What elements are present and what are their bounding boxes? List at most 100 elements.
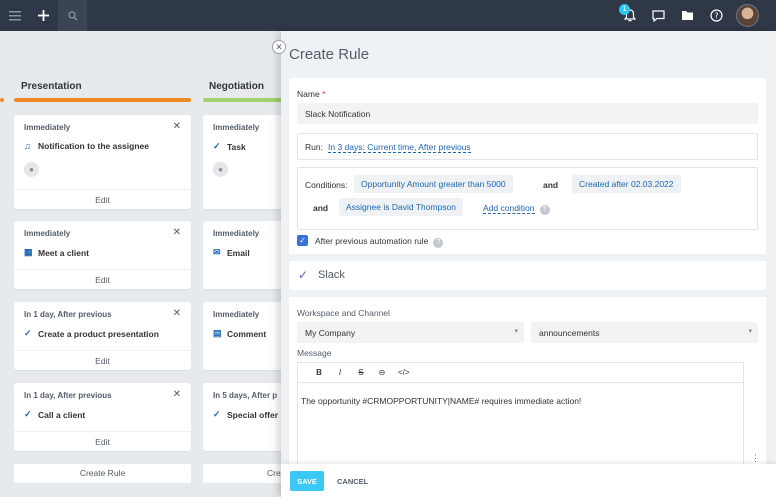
slack-header — [289, 261, 766, 290]
after-previous-checkbox[interactable]: ✓ — [297, 235, 308, 246]
add-icon[interactable] — [29, 0, 58, 31]
user-avatar[interactable] — [736, 4, 759, 27]
notification-badge: 1 — [619, 4, 630, 15]
close-icon[interactable]: ✕ — [173, 389, 181, 400]
chevron-down-icon: ▾ — [514, 328, 518, 335]
panel-title: Create Rule — [289, 46, 370, 63]
search-icon[interactable] — [58, 0, 87, 31]
rule-timing: In 1 day, After previous — [24, 310, 112, 319]
create-rule-button[interactable]: Create Rule — [14, 464, 191, 483]
panel-footer: SAVE CANCEL — [281, 464, 776, 497]
rule-action: ✓ Task — [213, 141, 246, 152]
condition-chip[interactable]: Created after 02.03.2022 — [572, 175, 681, 193]
italic-icon[interactable]: I — [335, 368, 345, 377]
link-icon[interactable]: ⊖ — [377, 368, 387, 377]
close-icon[interactable]: ✕ — [272, 40, 286, 54]
and-label: and — [543, 180, 559, 190]
rule-action: ✓ Special offer — [213, 409, 278, 420]
column-title-negotiation: Negotiation — [209, 81, 264, 92]
condition-chip[interactable]: Assignee is David Thompson — [339, 198, 463, 216]
conditions-label: Conditions: — [305, 180, 348, 190]
check-icon: ✓ — [213, 141, 221, 151]
rule-action: ✓ Call a client — [24, 409, 85, 420]
menu-icon[interactable] — [0, 0, 29, 31]
rule-action-label: Task — [227, 141, 246, 152]
channel-value: announcements — [539, 327, 600, 338]
rule-timing: Immediately — [24, 123, 71, 132]
rule-action: ▦ Meet a client — [24, 247, 89, 258]
help-icon[interactable]: ? — [703, 0, 729, 31]
rule-action: ✓ Create a product presentation — [24, 328, 159, 339]
workspace-label: Workspace and Channel — [297, 308, 390, 318]
run-link[interactable]: In 3 days: Current time, After previous — [328, 142, 471, 153]
comment-icon: ▤ — [213, 328, 222, 338]
rule-card[interactable]: Immediately ✕ ▦ Meet a client Edit — [14, 221, 191, 289]
code-icon[interactable]: </> — [398, 368, 410, 377]
rule-card[interactable]: In 1 day, After previous ✕ ✓ Call a clien… — [14, 383, 191, 451]
user-icon: ● — [213, 162, 228, 177]
message-label: Message — [297, 348, 332, 358]
edit-button[interactable]: Edit — [14, 350, 191, 370]
rule-action-label: Notification to the assignee — [38, 141, 149, 151]
column-title-presentation: Presentation — [21, 81, 82, 92]
rule-card[interactable]: Immediately ✕ ♫ Notification to the assig… — [14, 115, 191, 209]
chevron-down-icon: ▾ — [748, 328, 752, 335]
column-bar-presentation — [14, 98, 191, 102]
create-rule-button[interactable]: Cre — [203, 464, 293, 483]
svg-text:?: ? — [714, 11, 718, 20]
rule-card[interactable]: Immediately ✉ Email — [203, 221, 293, 289]
edit-button[interactable]: Edit — [14, 269, 191, 289]
more-icon[interactable]: ⋮ — [751, 453, 760, 464]
cancel-button[interactable]: CANCEL — [337, 477, 368, 486]
message-editor[interactable]: B I S ⊖ </> The opportunity #CRMOPPORTUN… — [297, 362, 744, 467]
rule-action-label: Create a product presentation — [38, 328, 159, 339]
rule-card[interactable]: Immediately ✓ Task ● — [203, 115, 293, 209]
help-icon[interactable]: ? — [539, 204, 550, 215]
slack-title: Slack — [318, 269, 345, 281]
rule-action: ♫ Notification to the assignee — [24, 141, 149, 151]
edit-button[interactable]: Edit — [14, 189, 191, 209]
rule-action-label: Meet a client — [38, 247, 90, 258]
rule-card[interactable]: Immediately ▤ Comment — [203, 302, 293, 370]
folder-icon[interactable] — [674, 0, 700, 31]
rule-action-label: Comment — [227, 328, 267, 339]
column-bar-negotiation — [203, 98, 283, 102]
help-icon[interactable]: ? — [433, 237, 444, 248]
rule-action-label: Special offer — [227, 409, 279, 420]
mail-icon: ✉ — [213, 247, 221, 257]
save-button[interactable]: SAVE — [290, 471, 324, 491]
and-label: and — [313, 203, 329, 213]
rule-timing: In 5 days, After p — [213, 391, 278, 400]
close-icon[interactable]: ✕ — [173, 121, 181, 132]
rule-action-label: Email — [227, 247, 250, 258]
check-icon: ✓ — [298, 268, 309, 282]
condition-chip[interactable]: Opportunity Amount greater than 5000 — [354, 175, 513, 193]
strikethrough-icon[interactable]: S — [356, 368, 366, 377]
message-text[interactable]: The opportunity #CRMOPPORTUNITY|NAME# re… — [301, 396, 581, 406]
workspace-select[interactable]: My Company ▾ — [297, 322, 524, 343]
rule-timing: Immediately — [213, 229, 260, 238]
after-previous-label: After previous automation rule? — [315, 236, 444, 248]
rule-timing: Immediately — [213, 123, 260, 132]
channel-select[interactable]: announcements ▾ — [531, 322, 758, 343]
chat-icon[interactable] — [645, 0, 671, 31]
editor-toolbar: B I S ⊖ </> — [298, 363, 743, 383]
rule-card[interactable]: In 1 day, After previous ✕ ✓ Create a pro… — [14, 302, 191, 370]
column-bar-previous — [0, 98, 4, 102]
bell-icon: ♫ — [24, 141, 31, 151]
rule-timing: In 1 day, After previous — [24, 391, 112, 400]
rule-card[interactable]: In 5 days, After p ✓ Special offer — [203, 383, 293, 451]
rule-timing: Immediately — [24, 229, 71, 238]
add-condition-link[interactable]: Add condition? — [483, 203, 550, 215]
check-icon: ✓ — [213, 409, 221, 419]
close-icon[interactable]: ✕ — [173, 227, 181, 238]
rule-action: ✉ Email — [213, 247, 250, 258]
name-label: Name * — [297, 89, 326, 99]
top-bar: 1 ? — [0, 0, 776, 31]
name-input[interactable]: Slack Notification — [297, 103, 758, 124]
edit-button[interactable]: Edit — [14, 431, 191, 451]
check-icon: ✓ — [24, 328, 32, 338]
close-icon[interactable]: ✕ — [173, 308, 181, 319]
bold-icon[interactable]: B — [314, 368, 324, 377]
rule-action-label: Call a client — [38, 409, 86, 420]
